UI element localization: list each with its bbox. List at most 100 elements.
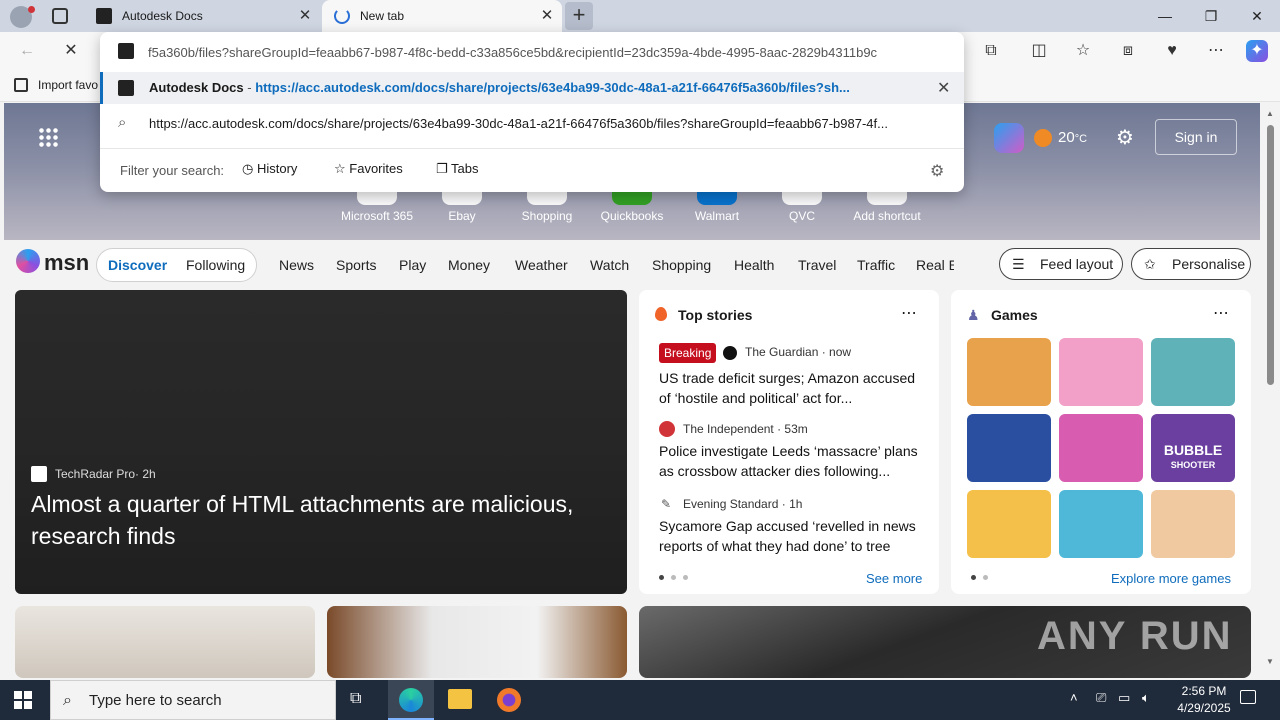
- firefox-icon[interactable]: [497, 688, 521, 712]
- pager-dot[interactable]: [659, 575, 664, 580]
- network-icon[interactable]: ⎚: [1096, 690, 1106, 706]
- nav-news[interactable]: News: [279, 257, 314, 273]
- breaking-badge: Breaking: [659, 343, 717, 363]
- page-scrollbar[interactable]: ▲ ▼: [1262, 103, 1280, 678]
- suggestion-url-search[interactable]: ⌕ https://acc.autodesk.com/docs/share/pr…: [100, 108, 964, 140]
- import-favorites-link[interactable]: Import favo: [38, 78, 98, 92]
- game-tile[interactable]: [967, 338, 1051, 406]
- split-screen-icon[interactable]: ◫: [1028, 40, 1050, 62]
- independent-logo-icon: [659, 421, 675, 437]
- task-view-icon[interactable]: ⧉: [350, 690, 361, 708]
- nav-health[interactable]: Health: [734, 257, 774, 273]
- windows-start-icon[interactable]: [14, 691, 32, 709]
- favorites-star-icon[interactable]: ☆: [1072, 40, 1094, 62]
- tab-actions-icon[interactable]: [52, 8, 68, 24]
- filter-history[interactable]: ◷ History: [242, 161, 297, 177]
- notifications-icon[interactable]: [1240, 690, 1256, 704]
- filter-favorites[interactable]: ☆ Favorites: [334, 161, 403, 177]
- search-filter-row: Filter your search: ◷ History ☆ Favorite…: [100, 148, 964, 188]
- sign-in-button[interactable]: Sign in: [1155, 119, 1237, 155]
- new-tab-button[interactable]: +: [565, 2, 593, 30]
- close-window-button[interactable]: ✕: [1234, 0, 1280, 32]
- see-more-link[interactable]: See more: [866, 571, 922, 586]
- copilot-icon[interactable]: [994, 123, 1024, 153]
- game-tile[interactable]: [1059, 414, 1143, 482]
- personalise-button[interactable]: ✩ Personalise: [1131, 248, 1251, 280]
- file-explorer-icon[interactable]: [448, 689, 472, 709]
- autodesk-logo-icon: [118, 80, 134, 96]
- minimize-button[interactable]: —: [1142, 0, 1188, 32]
- game-tile[interactable]: [1059, 338, 1143, 406]
- address-bar-input[interactable]: [148, 42, 948, 62]
- autodesk-logo-icon: [96, 8, 112, 24]
- nav-money[interactable]: Money: [448, 257, 490, 273]
- article-card[interactable]: [327, 606, 627, 678]
- msn-logo-icon: [16, 249, 40, 273]
- edge-taskbar-button[interactable]: [388, 680, 434, 720]
- feed-layout-button[interactable]: ☰ Feed layout: [999, 248, 1123, 280]
- pager-dot[interactable]: [971, 575, 976, 580]
- remove-suggestion-icon[interactable]: ✕: [937, 78, 950, 98]
- volume-icon[interactable]: 🔈︎: [1142, 690, 1150, 706]
- settings-gear-icon[interactable]: ⚙: [1116, 125, 1134, 150]
- suggestion-separator: -: [243, 80, 256, 95]
- article-card[interactable]: [15, 606, 315, 678]
- apps-grid-icon[interactable]: [38, 127, 58, 147]
- game-tile[interactable]: [967, 414, 1051, 482]
- stop-loading-icon[interactable]: ✕: [60, 40, 82, 62]
- nav-travel[interactable]: Travel: [798, 257, 836, 273]
- collections-icon[interactable]: ⧈: [1117, 40, 1139, 62]
- story-title[interactable]: US trade deficit surges; Amazon accused …: [659, 368, 927, 408]
- more-menu-icon[interactable]: ⋯: [1205, 40, 1227, 62]
- tab-autodesk-docs[interactable]: Autodesk Docs ✕: [84, 0, 320, 32]
- suggestion-autodesk-docs[interactable]: Autodesk Docs - https://acc.autodesk.com…: [100, 72, 964, 104]
- scroll-thumb[interactable]: [1267, 125, 1274, 385]
- copilot-icon[interactable]: ✦: [1246, 40, 1268, 62]
- pager-dot[interactable]: [683, 575, 688, 580]
- clock-date[interactable]: 4/29/2025: [1168, 701, 1240, 715]
- clock-time[interactable]: 2:56 PM: [1168, 684, 1240, 698]
- filter-tabs[interactable]: ❐ Tabs: [436, 161, 479, 177]
- tab-new-tab[interactable]: New tab ✕: [322, 0, 562, 32]
- filter-label: Filter your search:: [120, 163, 225, 178]
- weather-temp[interactable]: 20: [1058, 129, 1075, 146]
- game-tile[interactable]: [1151, 490, 1235, 558]
- pager-dot[interactable]: [983, 575, 988, 580]
- nav-traffic[interactable]: Traffic: [857, 257, 895, 273]
- story-title[interactable]: Police investigate Leeds ‘massacre’ plan…: [659, 441, 927, 481]
- scroll-up-icon[interactable]: ▲: [1266, 109, 1274, 118]
- tab-following[interactable]: Following: [186, 257, 245, 273]
- msn-logo[interactable]: msn: [44, 250, 89, 276]
- browser-essentials-icon[interactable]: ♥: [1161, 40, 1183, 62]
- tab-discover[interactable]: Discover: [108, 257, 167, 273]
- nav-watch[interactable]: Watch: [590, 257, 629, 273]
- scroll-down-icon[interactable]: ▼: [1266, 657, 1274, 666]
- taskbar: ⌕ Type here to search ⧉ ˄ ⎚ ▭ 🔈︎ 2:56 PM…: [0, 680, 1280, 720]
- restore-button[interactable]: ❐: [1188, 0, 1234, 32]
- chevron-up-icon[interactable]: ˄: [1070, 690, 1078, 705]
- close-icon[interactable]: ✕: [540, 8, 554, 23]
- explore-more-games-link[interactable]: Explore more games: [1111, 571, 1231, 586]
- article-card[interactable]: ANY RUN: [639, 606, 1251, 678]
- story-title[interactable]: Sycamore Gap accused ‘revelled in news r…: [659, 516, 927, 556]
- nav-sports[interactable]: Sports: [336, 257, 376, 273]
- game-tile[interactable]: [1059, 490, 1143, 558]
- game-tile[interactable]: [967, 490, 1051, 558]
- more-options-icon[interactable]: ⋯: [901, 303, 917, 323]
- pager-dot[interactable]: [671, 575, 676, 580]
- monitor-icon[interactable]: ▭: [1118, 690, 1130, 706]
- nav-real-estate[interactable]: Real E: [916, 257, 954, 273]
- featured-article-card[interactable]: TechRadar Pro · 2h Almost a quarter of H…: [15, 290, 627, 594]
- extensions-icon[interactable]: ⧉: [980, 40, 1002, 62]
- taskbar-search-box[interactable]: ⌕ Type here to search: [50, 680, 336, 720]
- msn-nav-bar: msn Discover Following News Sports Play …: [4, 240, 1260, 290]
- close-icon[interactable]: ✕: [298, 8, 312, 23]
- game-tile[interactable]: [1151, 338, 1235, 406]
- nav-shopping[interactable]: Shopping: [652, 257, 711, 273]
- nav-play[interactable]: Play: [399, 257, 426, 273]
- game-tile-bubble-shooter[interactable]: BUBBLE SHOOTER: [1151, 414, 1235, 482]
- back-arrow-icon[interactable]: ←: [16, 40, 38, 62]
- nav-weather[interactable]: Weather: [515, 257, 568, 273]
- more-options-icon[interactable]: ⋯: [1213, 303, 1229, 323]
- gear-icon[interactable]: ⚙: [930, 161, 944, 181]
